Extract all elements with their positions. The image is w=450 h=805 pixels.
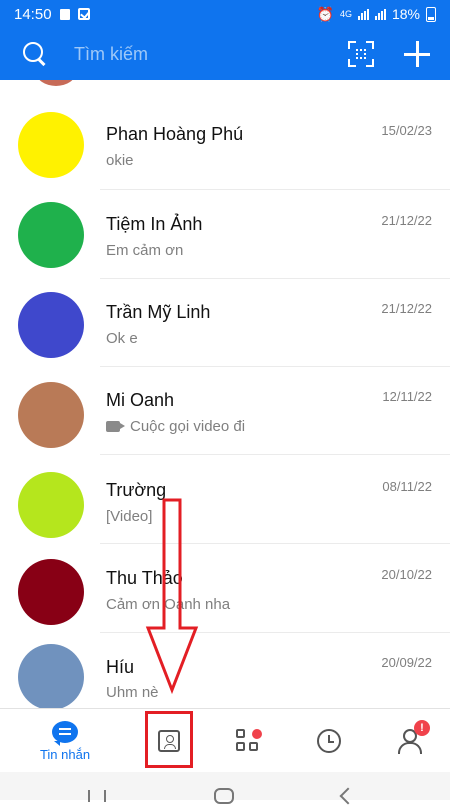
signal-icon-2 <box>374 8 386 20</box>
contact-name: Trần Mỹ Linh <box>106 302 211 322</box>
system-nav-bar <box>0 772 450 805</box>
app-bar: Tìm kiếm <box>0 28 450 80</box>
status-time: 14:50 <box>14 5 52 23</box>
battery-percentage: 18% <box>391 6 420 22</box>
contact-name: Tiệm In Ảnh <box>106 214 203 234</box>
status-bar: 14:50 ⏰ 4G 18% <box>0 0 450 28</box>
conversation-row[interactable]: Trần Mỹ Linh Ok e 21/12/22 <box>0 256 450 367</box>
contact-name: Mi Oanh <box>106 390 175 410</box>
bottom-nav: Tin nhắn ! <box>0 708 450 772</box>
battery-icon <box>426 6 436 22</box>
check-notification-icon <box>77 8 90 20</box>
contact-name: Phan Hoàng Phú <box>106 124 244 144</box>
profile-icon: ! <box>396 720 430 754</box>
home-icon[interactable] <box>214 788 234 804</box>
recent-apps-icon[interactable] <box>88 790 106 802</box>
timeline-clock-icon <box>317 729 341 753</box>
message-time: 15/02/23 <box>381 123 432 138</box>
message-time: 20/10/22 <box>381 567 432 582</box>
add-icon[interactable] <box>404 41 430 67</box>
message-time: 21/12/22 <box>381 301 432 316</box>
message-time: 08/11/22 <box>382 479 432 494</box>
contact-name: Híu <box>106 657 135 677</box>
notification-dot <box>252 729 262 739</box>
message-time: 12/11/22 <box>382 389 432 404</box>
avatar <box>18 644 84 708</box>
last-message: okie <box>106 152 134 169</box>
network-type: 4G <box>339 9 352 19</box>
sim-icon <box>59 8 70 20</box>
conversation-row[interactable]: Mi Oanh Cuộc gọi video đi 12/11/22 <box>0 344 450 455</box>
conversation-row[interactable]: Phan Hoàng Phú okie 15/02/23 <box>0 80 450 190</box>
last-message: Uhm nè <box>106 684 159 701</box>
conversation-row[interactable]: Híu Uhm nè 20/09/22 <box>0 608 450 708</box>
alarm-icon: ⏰ <box>316 5 334 22</box>
back-icon[interactable] <box>339 787 357 805</box>
tab-messages-label: Tin nhắn <box>39 746 91 762</box>
tab-profile[interactable]: ! <box>364 709 450 773</box>
conversation-list[interactable]: Phan Hoàng Phú okie 15/02/23 Tiệm In Ảnh… <box>0 80 450 708</box>
conversation-row[interactable]: Thu Thảo Cảm ơn Oanh nha 20/10/22 <box>0 520 450 633</box>
search-input[interactable]: Tìm kiếm <box>74 44 348 65</box>
alert-badge: ! <box>414 720 430 736</box>
annotation-highlight-box <box>145 711 193 768</box>
video-call-icon <box>106 421 125 432</box>
contact-name: Trường <box>106 480 167 500</box>
contact-name: Thu Thảo <box>106 568 183 588</box>
conversation-row[interactable]: Trường [Video] 08/11/22 <box>0 432 450 544</box>
search-icon[interactable] <box>20 39 50 69</box>
tab-discover[interactable] <box>204 709 294 773</box>
tab-messages[interactable]: Tin nhắn <box>20 709 110 773</box>
discover-grid-icon <box>236 729 262 753</box>
message-time: 20/09/22 <box>381 655 432 670</box>
qr-scan-icon[interactable] <box>348 41 374 67</box>
signal-icon <box>357 8 369 20</box>
tab-timeline[interactable] <box>284 709 374 773</box>
message-time: 21/12/22 <box>381 213 432 228</box>
conversation-row[interactable]: Tiệm In Ảnh Em cảm ơn 21/12/22 <box>0 168 450 279</box>
chat-bubble-icon <box>52 720 78 746</box>
